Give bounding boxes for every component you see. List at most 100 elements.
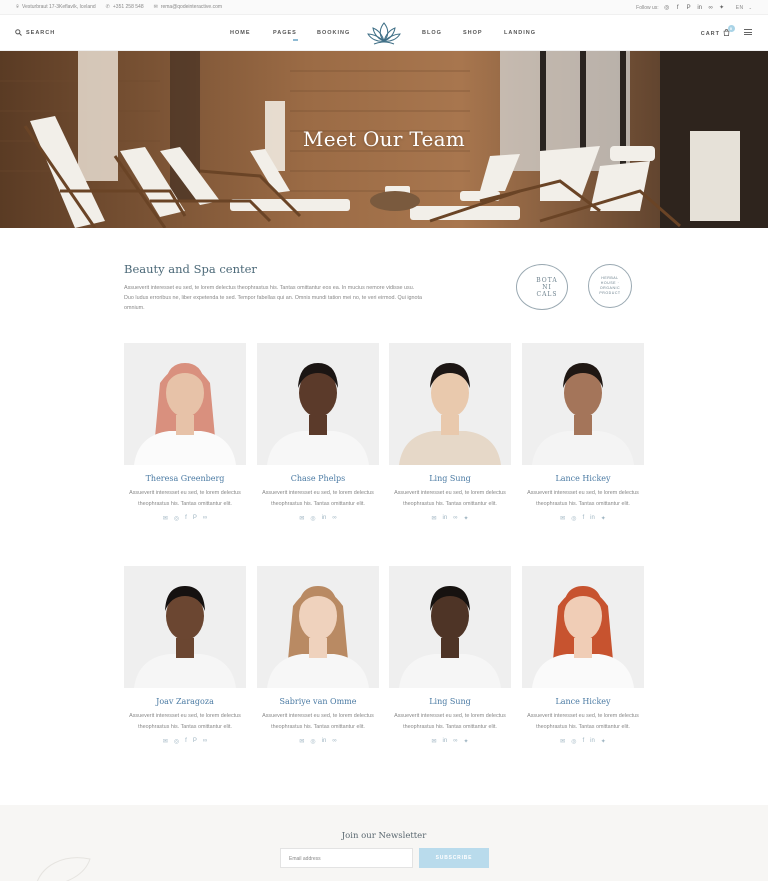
team-member-photo[interactable] [124,566,246,688]
top-bar: ⌾ Vesturbraut 17-3Keflavík, Iceland ✆ +3… [0,0,768,15]
instagram-icon[interactable]: ◎ [571,515,576,522]
instagram-icon[interactable]: ◎ [664,4,670,11]
subscribe-button[interactable]: SUBSCRIBE [419,848,489,868]
facebook-icon[interactable]: f [582,738,584,745]
search-icon [15,29,22,36]
search-button[interactable]: SEARCH [15,29,55,36]
address-text: Vesturbraut 17-3Keflavík, Iceland [22,4,96,10]
social-links: ✉ ◎ f P ∞ [124,738,246,745]
team-member-card[interactable]: Lance Hickey Assueverit interesset eu sed… [522,566,644,745]
linkedin-icon[interactable]: in [590,515,595,522]
twitter-icon[interactable]: ✦ [601,515,606,522]
linkedin-icon[interactable]: in [590,738,595,745]
phone-text: +351 258 548 [112,4,144,10]
lotus-logo-icon[interactable] [366,19,402,47]
facebook-icon[interactable]: f [582,515,584,522]
facebook-icon[interactable]: f [675,5,681,11]
instagram-icon[interactable]: ◎ [174,515,179,522]
linkedin-icon[interactable]: in [322,515,327,522]
team-member-photo[interactable] [257,343,379,465]
team-member-photo[interactable] [522,343,644,465]
instagram-icon[interactable]: ◎ [571,738,576,745]
nav-pages[interactable]: PAGES [273,30,298,41]
tripadvisor-icon[interactable]: ∞ [332,738,336,745]
tripadvisor-icon[interactable]: ∞ [203,738,207,745]
phone-item[interactable]: ✆ +351 258 548 [106,4,144,10]
social-links: ✉ ◎ f P ∞ [124,515,246,522]
team-member-card[interactable]: Ling Sung Assueverit interesset eu sed, t… [389,343,511,522]
team-member-card[interactable]: Chase Phelps Assueverit interesset eu sed… [257,343,379,522]
nav-blog[interactable]: BLOG [422,30,442,36]
team-member-card[interactable]: Theresa Greenberg Assueverit interesset e… [124,343,246,522]
tripadvisor-icon[interactable]: ∞ [332,515,336,522]
email-input[interactable]: Email address [280,848,413,868]
cart-button[interactable]: CART 0 [701,25,735,38]
facebook-icon[interactable]: f [185,515,187,522]
team-member-photo[interactable] [522,566,644,688]
linkedin-icon[interactable]: in [443,515,448,522]
team-member-photo[interactable] [389,566,511,688]
tripadvisor-icon[interactable]: ∞ [453,515,457,522]
team-member-bio: Assueverit interesset eu sed, te lorem d… [129,713,241,730]
mail-icon[interactable]: ✉ [431,515,436,522]
instagram-icon[interactable]: ◎ [310,738,315,745]
twitter-icon[interactable]: ✦ [719,4,725,11]
linkedin-icon[interactable]: in [697,5,703,11]
pinterest-icon[interactable]: P [193,738,197,745]
team-member-name[interactable]: Joav Zaragoza [124,697,246,706]
nav-booking[interactable]: BOOKING [317,30,350,36]
team-member-photo[interactable] [257,566,379,688]
search-label: SEARCH [26,29,56,36]
social-links: ✉ ◎ in ∞ [257,515,379,522]
language-selector[interactable]: EN [736,5,744,11]
instagram-icon[interactable]: ◎ [310,515,315,522]
chevron-down-icon[interactable]: ⌄ [749,5,752,10]
team-member-name[interactable]: Chase Phelps [257,474,379,483]
team-member-name[interactable]: Lance Hickey [522,474,644,483]
twitter-icon[interactable]: ✦ [463,738,468,745]
team-member-name[interactable]: Lance Hickey [522,697,644,706]
mail-icon[interactable]: ✉ [299,515,304,522]
menu-icon[interactable] [744,29,752,35]
team-member-bio: Assueverit interesset eu sed, te lorem d… [262,490,374,507]
mail-icon[interactable]: ✉ [163,515,168,522]
team-member-name[interactable]: Ling Sung [389,474,511,483]
team-member-name[interactable]: Theresa Greenberg [124,474,246,483]
social-links: ✉ ◎ in ∞ [257,738,379,745]
social-links: ✉ ◎ f in ✦ [522,738,644,745]
mail-icon[interactable]: ✉ [560,738,565,745]
tripadvisor-icon[interactable]: ∞ [203,515,207,522]
newsletter-section: Join our Newsletter Email address SUBSCR… [0,805,768,881]
nav-shop[interactable]: SHOP [463,30,483,36]
team-member-card[interactable]: Joav Zaragoza Assueverit interesset eu se… [124,566,246,745]
team-member-card[interactable]: Lance Hickey Assueverit interesset eu sed… [522,343,644,522]
mail-icon[interactable]: ✉ [299,738,304,745]
pinterest-icon[interactable]: P [686,5,692,11]
team-member-photo[interactable] [124,343,246,465]
team-member-name[interactable]: Sabriye van Omme [257,697,379,706]
twitter-icon[interactable]: ✦ [601,738,606,745]
social-links: ✉ ◎ f in ✦ [522,515,644,522]
instagram-icon[interactable]: ◎ [174,738,179,745]
nav-landing[interactable]: LANDING [504,30,536,36]
email-item[interactable]: ✉ rema@qodeinteractive.com [154,4,222,10]
facebook-icon[interactable]: f [185,738,187,745]
nav-pages-label: PAGES [273,30,297,36]
mail-icon[interactable]: ✉ [560,515,565,522]
envelope-icon: ✉ [153,4,158,10]
tripadvisor-icon[interactable]: ∞ [708,5,714,11]
location-pin-icon: ⌾ [16,4,20,10]
mail-icon[interactable]: ✉ [163,738,168,745]
team-member-name[interactable]: Ling Sung [389,697,511,706]
nav-home[interactable]: HOME [230,30,251,36]
team-member-card[interactable]: Sabriye van Omme Assueverit interesset eu… [257,566,379,745]
tripadvisor-icon[interactable]: ∞ [453,738,457,745]
mail-icon[interactable]: ✉ [431,738,436,745]
team-member-photo[interactable] [389,343,511,465]
linkedin-icon[interactable]: in [322,738,327,745]
twitter-icon[interactable]: ✦ [463,515,468,522]
herbal-house-badge: HERBAL HOUSE · ORGANIC PRODUCT [588,264,632,308]
linkedin-icon[interactable]: in [443,738,448,745]
team-member-card[interactable]: Ling Sung Assueverit interesset eu sed, t… [389,566,511,745]
pinterest-icon[interactable]: P [193,515,197,522]
